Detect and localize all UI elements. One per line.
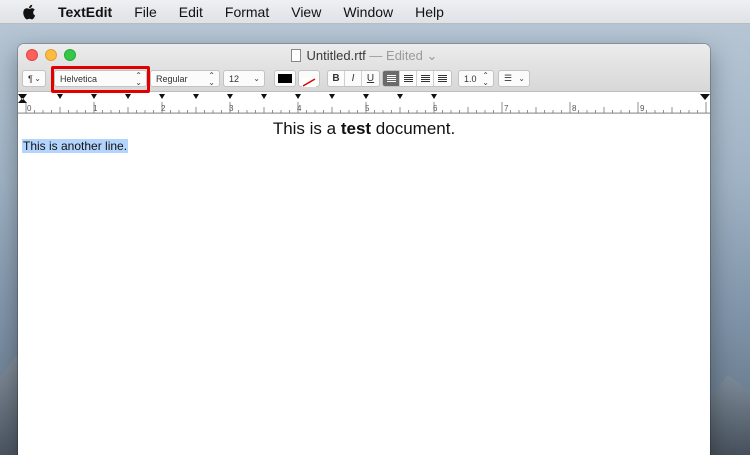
- menu-edit[interactable]: Edit: [179, 4, 203, 20]
- chevron-down-icon: ⌄: [426, 48, 438, 63]
- line-spacing-popup[interactable]: 1.0 ⌃ ⌄: [458, 70, 494, 87]
- font-style-buttons: B I U: [327, 70, 380, 87]
- tab-stop-marker[interactable]: [329, 94, 335, 99]
- document-filename: Untitled.rtf: [306, 48, 366, 63]
- left-margin-marker[interactable]: [18, 94, 27, 103]
- font-size-value: 12: [229, 73, 240, 84]
- font-style-value: Regular: [156, 73, 188, 84]
- document-line-2-selected: This is another line.: [22, 139, 129, 153]
- ruler-number: 7: [504, 104, 509, 113]
- tab-stop-marker[interactable]: [295, 94, 301, 99]
- right-margin-marker[interactable]: [700, 94, 710, 100]
- tab-stop-marker[interactable]: [261, 94, 267, 99]
- tab-stop-marker[interactable]: [363, 94, 369, 99]
- underline-button[interactable]: U: [362, 71, 379, 86]
- line1-bold-text: test: [340, 119, 372, 138]
- align-right-button[interactable]: [417, 71, 434, 86]
- no-color-icon: [302, 78, 316, 87]
- ruler-number: 2: [161, 104, 166, 113]
- menu-help[interactable]: Help: [415, 4, 444, 20]
- italic-button[interactable]: I: [345, 71, 362, 86]
- line1-text-start: This is a: [272, 119, 341, 138]
- apple-icon[interactable]: [22, 4, 36, 20]
- ruler-number: 3: [229, 104, 234, 113]
- font-style-popup[interactable]: Regular ⌃ ⌄: [150, 70, 220, 87]
- menu-textedit[interactable]: TextEdit: [58, 4, 112, 20]
- align-justify-button[interactable]: [434, 71, 451, 86]
- title-bar[interactable]: Untitled.rtf — Edited ⌄: [18, 44, 710, 66]
- paragraph-icon: ¶: [28, 73, 33, 84]
- tab-stop-marker[interactable]: [193, 94, 199, 99]
- chevron-down-icon: ⌄: [518, 74, 525, 83]
- up-down-arrows-icon: ⌃ ⌄: [482, 71, 489, 87]
- ruler-number: 4: [297, 104, 302, 113]
- ruler-number: 6: [433, 104, 438, 113]
- textedit-window: Untitled.rtf — Edited ⌄ ¶ ⌄ Helvetica ⌃ ⌄…: [18, 44, 710, 455]
- menu-window[interactable]: Window: [343, 4, 393, 20]
- ruler-number: 9: [640, 104, 645, 113]
- ruler[interactable]: 0 1 2 3 4 5 6 7 8 9: [18, 92, 710, 114]
- align-center-button[interactable]: [400, 71, 417, 86]
- highlight-color-well[interactable]: [298, 70, 320, 87]
- document-icon: [290, 49, 301, 62]
- align-center-icon: [403, 74, 413, 83]
- line1-text-end: document.: [371, 119, 456, 138]
- list-bullets-popup[interactable]: ☰ ⌄: [498, 70, 530, 87]
- ruler-number: 8: [572, 104, 577, 113]
- tab-stop-marker[interactable]: [159, 94, 165, 99]
- ruler-number: 0: [27, 104, 32, 113]
- menu-bar: TextEdit File Edit Format View Window He…: [0, 0, 750, 24]
- font-size-combo[interactable]: 12 ⌄: [223, 70, 265, 87]
- paragraph-styles-button[interactable]: ¶ ⌄: [22, 70, 46, 87]
- tab-stop-marker[interactable]: [227, 94, 233, 99]
- menu-view[interactable]: View: [291, 4, 321, 20]
- document-title[interactable]: Untitled.rtf — Edited ⌄: [18, 48, 710, 64]
- line-spacing-value: 1.0: [464, 73, 477, 84]
- tab-stop-marker[interactable]: [125, 94, 131, 99]
- list-icon: ☰: [504, 73, 513, 83]
- text-color-well[interactable]: [274, 70, 296, 87]
- align-justify-icon: [438, 74, 447, 83]
- font-popup-highlight-annotation: [51, 66, 150, 93]
- align-right-icon: [420, 74, 430, 83]
- tab-stop-marker[interactable]: [57, 94, 63, 99]
- text-color-swatch: [278, 74, 292, 83]
- align-left-button[interactable]: [383, 71, 400, 86]
- ruler-ticks: [18, 94, 710, 114]
- chevron-down-icon: ⌄: [34, 74, 41, 83]
- ruler-number: 5: [365, 104, 370, 113]
- document-text-area[interactable]: This is a test document. This is another…: [18, 115, 710, 455]
- alignment-buttons: [382, 70, 452, 87]
- bold-button[interactable]: B: [328, 71, 345, 86]
- document-line-1: This is a test document.: [18, 119, 710, 139]
- tab-stop-marker[interactable]: [91, 94, 97, 99]
- menu-file[interactable]: File: [134, 4, 157, 20]
- ruler-number: 1: [93, 104, 98, 113]
- menu-format[interactable]: Format: [225, 4, 269, 20]
- desktop-background-right: [705, 375, 750, 455]
- tab-stop-marker[interactable]: [397, 94, 403, 99]
- chevron-down-icon: ⌄: [253, 74, 260, 83]
- tab-stop-marker[interactable]: [431, 94, 437, 99]
- align-left-icon: [386, 74, 396, 83]
- up-down-arrows-icon: ⌃ ⌄: [208, 71, 215, 87]
- edited-status: — Edited: [369, 48, 423, 63]
